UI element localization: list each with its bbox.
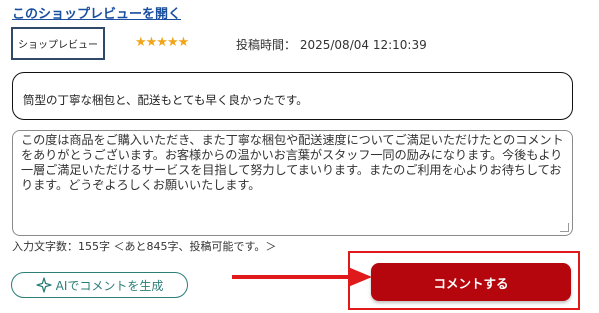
ai-generate-comment-button[interactable]: AIでコメントを生成 <box>11 272 188 298</box>
posted-time-value: 2025/08/04 12:10:39 <box>299 38 427 52</box>
ai-button-label: AIでコメントを生成 <box>55 278 164 293</box>
reply-text: この度は商品をご購入いただき、また丁寧な梱包や配送速度についてご満足いただけたと… <box>21 133 564 192</box>
open-shop-review-link[interactable]: このショップレビューを開く <box>12 3 181 22</box>
review-type-badge: ショップレビュー <box>11 27 105 60</box>
posted-time: 投稿時間： 2025/08/04 12:10:39 <box>236 36 427 53</box>
posted-time-label: 投稿時間： <box>236 38 297 52</box>
rating-stars: ★★★★★ <box>135 35 189 50</box>
review-reply-panel: このショップレビューを開く ショップレビュー ★★★★★ 投稿時間： 2025/… <box>0 0 599 313</box>
submit-comment-button[interactable]: コメントする <box>371 263 571 301</box>
ai-sparkle-icon <box>35 277 52 293</box>
customer-review-text: 筒型の丁寧な梱包と、配送もとても早く良かったです。 <box>12 72 573 120</box>
char-count-status: 入力文字数：155字 ＜あと845字、投稿可能です。＞ <box>12 240 277 253</box>
reply-textarea[interactable]: この度は商品をご購入いただき、また丁寧な梱包や配送速度についてご満足いただけたと… <box>12 130 573 236</box>
resize-grip-icon[interactable] <box>560 223 569 232</box>
review-body: 筒型の丁寧な梱包と、配送もとても早く良かったです。 <box>23 93 308 107</box>
